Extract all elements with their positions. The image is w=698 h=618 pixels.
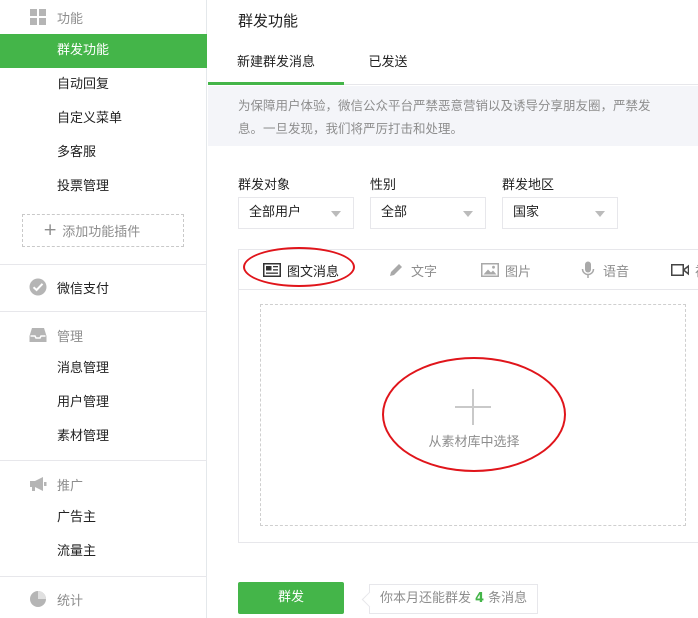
type-news-label: 图文消息 xyxy=(287,264,340,280)
quota-tip: 你本月还能群发 4 条消息 xyxy=(369,584,539,614)
message-editor: 图文消息 文字 图片 语音 从素材库中选择 xyxy=(238,249,698,543)
grid-icon xyxy=(29,8,47,26)
pie-chart-icon xyxy=(29,590,47,608)
plus-icon xyxy=(455,389,491,425)
type-image-label: 图片 xyxy=(505,264,532,280)
type-video[interactable]: 视 xyxy=(671,250,698,290)
gender-select[interactable]: 全部 xyxy=(370,197,486,229)
sidebar-group-stats: 统计 xyxy=(0,582,207,616)
page-title: 群发功能 xyxy=(238,12,299,30)
chevron-down-icon xyxy=(595,211,605,217)
sidebar-item-vote[interactable]: 投票管理 xyxy=(0,170,207,204)
send-button[interactable]: 群发 xyxy=(238,582,344,614)
notice-banner: 为保障用户体验，微信公众平台严禁恶意营销以及诱导分享朋友圈，严禁发 息。一旦发现… xyxy=(208,86,698,146)
message-type-bar: 图文消息 文字 图片 语音 xyxy=(239,250,698,290)
type-voice[interactable]: 语音 xyxy=(579,250,629,290)
sidebar-divider xyxy=(0,576,207,577)
sidebar-item-messages[interactable]: 消息管理 xyxy=(0,352,207,386)
quota-count: 4 xyxy=(475,591,485,606)
tab-bar: 新建群发消息 已发送 xyxy=(208,40,698,85)
sidebar-group-promote: 推广 xyxy=(0,467,207,501)
region-label: 群发地区 xyxy=(502,178,555,193)
chevron-down-icon xyxy=(463,211,473,217)
megaphone-icon xyxy=(29,475,47,493)
main-content: 群发功能 新建群发消息 已发送 为保障用户体验，微信公众平台严禁恶意营销以及诱导… xyxy=(208,0,698,618)
type-voice-label: 语音 xyxy=(603,264,630,280)
target-label: 群发对象 xyxy=(238,178,291,193)
add-plugin-button[interactable]: + 添加功能插件 xyxy=(22,214,184,247)
sidebar-item-wechat-pay[interactable]: 微信支付 xyxy=(0,270,207,304)
sidebar-item-auto-reply[interactable]: 自动回复 xyxy=(0,68,207,102)
microphone-icon xyxy=(579,261,597,279)
select-from-library-area[interactable]: 从素材库中选择 xyxy=(260,304,686,526)
sidebar-item-users[interactable]: 用户管理 xyxy=(0,386,207,420)
region-select[interactable]: 国家 xyxy=(502,197,618,229)
sidebar-item-customer-service[interactable]: 多客服 xyxy=(0,136,207,170)
select-from-library-label: 从素材库中选择 xyxy=(428,435,520,450)
news-icon xyxy=(263,261,281,279)
sidebar-item-custom-menu[interactable]: 自定义菜单 xyxy=(0,102,207,136)
sidebar-group-title: 管理 xyxy=(57,329,84,345)
inbox-icon xyxy=(29,326,47,344)
add-plugin-label: 添加功能插件 xyxy=(62,225,141,240)
tab-new-message[interactable]: 新建群发消息 xyxy=(208,40,344,85)
sidebar-divider xyxy=(0,460,207,461)
tab-sent[interactable]: 已发送 xyxy=(358,40,418,85)
gender-label: 性别 xyxy=(370,178,397,193)
plus-icon: + xyxy=(43,220,58,240)
quota-suffix: 条消息 xyxy=(488,591,528,606)
region-select-value: 国家 xyxy=(513,205,540,220)
sidebar-item-publisher[interactable]: 流量主 xyxy=(0,535,207,569)
sidebar-group-title: 推广 xyxy=(57,478,84,494)
sidebar-group-title: 统计 xyxy=(57,593,84,609)
gender-select-value: 全部 xyxy=(381,205,408,220)
notice-line: 息。一旦发现，我们将严厉打击和处理。 xyxy=(238,121,464,136)
image-icon xyxy=(481,261,499,279)
target-select-value: 全部用户 xyxy=(249,205,302,220)
sidebar-group-title: 微信支付 xyxy=(57,281,110,297)
type-news[interactable]: 图文消息 xyxy=(263,250,339,290)
target-select[interactable]: 全部用户 xyxy=(238,197,354,229)
sidebar-item-advertiser[interactable]: 广告主 xyxy=(0,501,207,535)
notice-line: 为保障用户体验，微信公众平台严禁恶意营销以及诱导分享朋友圈，严禁发 xyxy=(238,98,651,113)
wechat-pay-icon xyxy=(29,278,47,296)
pencil-icon xyxy=(387,261,405,279)
sidebar-group-title: 功能 xyxy=(57,11,84,27)
video-icon xyxy=(671,261,689,279)
type-image[interactable]: 图片 xyxy=(481,250,531,290)
sidebar-group-function: 功能 xyxy=(0,0,207,34)
sidebar-divider xyxy=(0,264,207,265)
quota-prefix: 你本月还能群发 xyxy=(380,591,472,606)
chevron-down-icon xyxy=(331,211,341,217)
type-text[interactable]: 文字 xyxy=(387,250,437,290)
sidebar-group-manage: 管理 xyxy=(0,318,207,352)
sidebar-item-mass-send[interactable]: 群发功能 xyxy=(0,34,207,68)
type-text-label: 文字 xyxy=(411,264,438,280)
sidebar: 功能 群发功能 自动回复 自定义菜单 多客服 投票管理 + 添加功能插件 微信支… xyxy=(0,0,207,618)
sidebar-divider xyxy=(0,311,207,312)
sidebar-item-materials[interactable]: 素材管理 xyxy=(0,420,207,454)
